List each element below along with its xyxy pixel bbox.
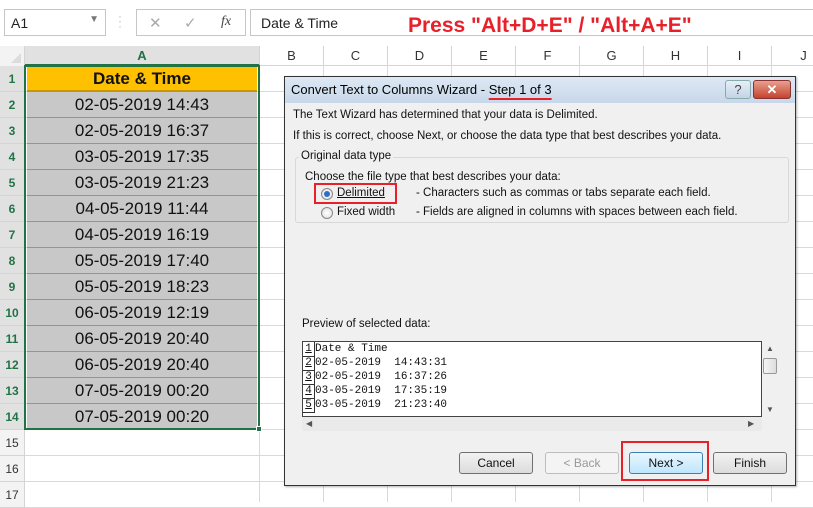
cancel-icon[interactable]: ✕ — [149, 14, 162, 32]
back-button[interactable]: < Back — [545, 452, 619, 474]
group-prompt: Choose the file type that best describes… — [305, 171, 561, 183]
column-header-j[interactable]: J — [772, 46, 813, 66]
preview-vertical-scrollbar[interactable]: ▲ ▼ — [762, 341, 778, 417]
next-highlight — [621, 441, 709, 481]
help-button[interactable]: ? — [725, 80, 751, 99]
delimited-highlight — [314, 183, 397, 204]
scroll-right-icon[interactable]: ▶ — [748, 419, 754, 428]
row-header[interactable]: 2 — [0, 92, 25, 118]
shortcut-annotation: Press "Alt+D+E" / "Alt+A+E" — [408, 14, 692, 37]
scroll-thumb[interactable] — [763, 358, 777, 374]
column-header-d[interactable]: D — [388, 46, 452, 66]
formula-buttons: ✕ ✓ fx — [136, 9, 246, 36]
data-preview[interactable]: 1 Date & Time 2 02-05-2019 14:43:31 3 02-05-2… — [302, 341, 762, 417]
column-header-c[interactable]: C — [324, 46, 388, 66]
dialog-step: Step 1 of 3 — [488, 82, 552, 97]
grip-icon: · · · — [118, 9, 122, 33]
row-header[interactable]: 10 — [0, 300, 25, 326]
wizard-message: The Text Wizard has determined that your… — [293, 109, 598, 121]
preview-line-text: 02-05-2019 16:37:26 — [315, 371, 448, 383]
column-header-a[interactable]: A — [25, 46, 260, 66]
finish-button[interactable]: Finish — [713, 452, 787, 474]
preview-line-number: 5 — [303, 398, 315, 413]
preview-line-text: 03-05-2019 21:23:40 — [315, 399, 448, 411]
preview-line-number: 3 — [303, 370, 315, 385]
fixed-width-description: - Fields are aligned in columns with spa… — [416, 206, 738, 218]
name-box[interactable]: A1 ▼ — [4, 9, 106, 36]
preview-line-text: Date & Time — [315, 343, 388, 355]
dialog-title-bar[interactable]: Convert Text to Columns Wizard - Step 1 … — [285, 77, 795, 103]
check-icon[interactable]: ✓ — [184, 14, 197, 32]
chevron-down-icon[interactable]: ▼ — [89, 14, 99, 25]
name-box-value: A1 — [11, 15, 29, 31]
column-header-h[interactable]: H — [644, 46, 708, 66]
preview-line: 1 Date & Time — [303, 342, 761, 357]
row-header[interactable]: 3 — [0, 118, 25, 144]
row-header[interactable]: 6 — [0, 196, 25, 222]
row-header[interactable]: 17 — [0, 482, 25, 508]
fill-handle[interactable] — [256, 426, 262, 432]
delimited-description: - Characters such as commas or tabs sepa… — [416, 187, 711, 199]
row-header[interactable]: 1 — [0, 66, 25, 92]
preview-line-number: 4 — [303, 384, 315, 399]
scroll-left-icon[interactable]: ◀ — [306, 419, 312, 428]
column-header-e[interactable]: E — [452, 46, 516, 66]
scroll-up-icon[interactable]: ▲ — [766, 344, 774, 353]
dialog-title: Convert Text to Columns Wizard - — [291, 82, 489, 97]
scroll-down-icon[interactable]: ▼ — [766, 405, 774, 414]
group-label: Original data type — [299, 150, 394, 162]
preview-line: 3 02-05-2019 16:37:26 — [303, 370, 761, 385]
row-header[interactable]: 14 — [0, 404, 25, 430]
fixed-width-radio[interactable] — [321, 207, 333, 219]
column-header-f[interactable]: F — [516, 46, 580, 66]
preview-line: 2 02-05-2019 14:43:31 — [303, 356, 761, 371]
preview-line: 4 03-05-2019 17:35:19 — [303, 384, 761, 399]
row-header[interactable]: 4 — [0, 144, 25, 170]
row-header[interactable]: 5 — [0, 170, 25, 196]
row-header[interactable]: 9 — [0, 274, 25, 300]
insert-function-icon[interactable]: fx — [221, 14, 231, 30]
preview-line: 5 03-05-2019 21:23:40 — [303, 398, 761, 413]
column-header-i[interactable]: I — [708, 46, 772, 66]
row-header[interactable]: 13 — [0, 378, 25, 404]
preview-line-text: 02-05-2019 14:43:31 — [315, 357, 448, 369]
preview-line-text: 03-05-2019 17:35:19 — [315, 385, 448, 397]
cancel-button[interactable]: Cancel — [459, 452, 533, 474]
column-a-selection — [24, 65, 260, 430]
column-header-g[interactable]: G — [580, 46, 644, 66]
formula-bar: A1 ▼ · · · ✕ ✓ fx Date & Time Press "Alt+D… — [0, 0, 813, 46]
preview-line-number: 1 — [303, 342, 315, 357]
preview-label: Preview of selected data: — [302, 318, 431, 330]
row-header[interactable]: 11 — [0, 326, 25, 352]
close-button[interactable]: ✕ — [753, 80, 791, 99]
row-header[interactable]: 15 — [0, 430, 25, 456]
row-header[interactable]: 16 — [0, 456, 25, 482]
column-headers: A B C D E F G H I J — [0, 46, 813, 66]
preview-horizontal-scrollbar[interactable]: ◀ ▶ — [302, 417, 762, 431]
preview-line-number: 2 — [303, 356, 315, 371]
text-to-columns-dialog: Convert Text to Columns Wizard - Step 1 … — [284, 76, 796, 486]
column-header-b[interactable]: B — [260, 46, 324, 66]
row-header[interactable]: 8 — [0, 248, 25, 274]
fixed-width-label[interactable]: Fixed width — [337, 206, 395, 218]
row-header[interactable]: 7 — [0, 222, 25, 248]
select-all-corner[interactable] — [0, 46, 25, 66]
wizard-instruction: If this is correct, choose Next, or choo… — [293, 130, 722, 142]
row-header[interactable]: 12 — [0, 352, 25, 378]
